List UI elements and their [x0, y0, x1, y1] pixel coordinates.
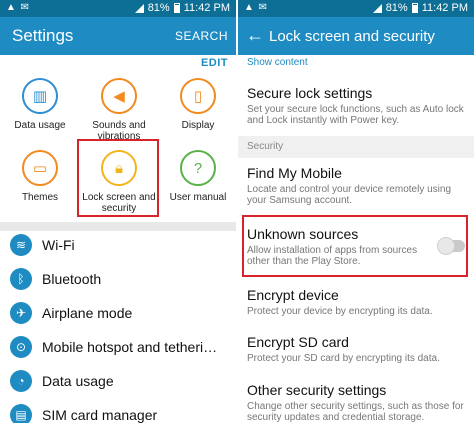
- notification-icons: ▲ ✉: [6, 2, 31, 13]
- back-arrow-icon[interactable]: ←: [246, 25, 264, 46]
- signal-icon: [372, 3, 382, 13]
- hotspot-icon: ⊙: [10, 336, 32, 358]
- grid-item-label: Display: [181, 120, 215, 131]
- option-description: Set your secure lock functions, such as …: [247, 104, 464, 126]
- sim-icon: ▤: [10, 404, 32, 423]
- clock: 11:42 PM: [421, 2, 468, 14]
- section-header-label: Security: [247, 141, 284, 152]
- grid-item-display[interactable]: ▯ Display: [161, 78, 235, 131]
- option-description: Protect your SD card by encrypting its d…: [247, 353, 440, 364]
- list-item-hotspot[interactable]: ⊙ Mobile hotspot and tetheri…: [0, 330, 236, 364]
- option-description: Protect your device by encrypting its da…: [247, 306, 433, 317]
- show-content-link[interactable]: Show content: [247, 57, 308, 68]
- status-bar: ▲ ✉ 81% 11:42 PM: [0, 0, 236, 17]
- option-description: Change other security settings, such as …: [247, 401, 464, 423]
- list-item-sim[interactable]: ▤ SIM card manager: [0, 398, 236, 423]
- data-usage-icon: ◔: [10, 370, 32, 392]
- page-title: Settings: [12, 26, 74, 45]
- option-title: Secure lock settings: [247, 85, 373, 101]
- battery-icon: [173, 3, 180, 13]
- battery-percent: 81%: [385, 2, 408, 14]
- grid-item-label: User manual: [169, 192, 227, 203]
- list-item-wifi[interactable]: ≋ Wi-Fi: [0, 228, 236, 262]
- search-button[interactable]: SEARCH: [175, 29, 228, 43]
- option-title: Encrypt SD card: [247, 334, 349, 350]
- grid-item-sounds[interactable]: ◀ Sounds and vibrations: [82, 78, 156, 142]
- notification-icons: ▲ ✉: [244, 2, 269, 13]
- option-title: Other security settings: [247, 382, 387, 398]
- option-description: Locate and control your device remotely …: [247, 184, 452, 206]
- list-item-airplane[interactable]: ✈ Airplane mode: [0, 296, 236, 330]
- highlight-box: [77, 139, 159, 217]
- help-icon: ?: [180, 150, 216, 186]
- battery-icon: [411, 3, 418, 13]
- option-title: Encrypt device: [247, 287, 339, 303]
- wifi-icon: ≋: [10, 234, 32, 256]
- grid-item-label: Themes: [21, 192, 59, 203]
- battery-percent: 81%: [147, 2, 170, 14]
- grid-item-themes[interactable]: ▭ Themes: [3, 150, 77, 203]
- app-bar: ← Lock screen and security: [238, 17, 474, 55]
- airplane-icon: ✈: [10, 302, 32, 324]
- brush-icon: ▭: [22, 150, 58, 186]
- option-encrypt-device[interactable]: Encrypt device Protect your device by en…: [247, 287, 469, 317]
- list-item-label: Mobile hotspot and tetheri…: [42, 339, 218, 355]
- status-bar: ▲ ✉ 81% 11:42 PM: [238, 0, 474, 17]
- highlight-box: [242, 215, 468, 277]
- option-secure-lock[interactable]: Secure lock settings Set your secure loc…: [247, 85, 469, 126]
- app-bar: Settings SEARCH: [0, 17, 236, 55]
- section-header: Security: [238, 136, 474, 158]
- option-other-security[interactable]: Other security settings Change other sec…: [247, 382, 469, 423]
- lock-screen-security-screen: ▲ ✉ 81% 11:42 PM ← Lock screen and secur…: [238, 0, 474, 423]
- option-find-my-mobile[interactable]: Find My Mobile Locate and control your d…: [247, 165, 469, 206]
- settings-screen: ▲ ✉ 81% 11:42 PM Settings SEARCH EDIT ▥ …: [0, 0, 236, 423]
- edit-button[interactable]: EDIT: [201, 57, 228, 69]
- speaker-icon: ◀: [101, 78, 137, 114]
- list-item-label: Bluetooth: [42, 271, 102, 287]
- option-encrypt-sd[interactable]: Encrypt SD card Protect your SD card by …: [247, 334, 469, 364]
- list-item-data-usage[interactable]: ◔ Data usage: [0, 364, 236, 398]
- bar-chart-icon: ▥: [22, 78, 58, 114]
- list-item-bluetooth[interactable]: ᛒ Bluetooth: [0, 262, 236, 296]
- phone-display-icon: ▯: [180, 78, 216, 114]
- bluetooth-icon: ᛒ: [10, 268, 32, 290]
- option-title: Find My Mobile: [247, 165, 342, 181]
- clock: 11:42 PM: [183, 2, 230, 14]
- list-item-label: Airplane mode: [42, 305, 133, 321]
- signal-icon: [134, 3, 144, 13]
- grid-item-user-manual[interactable]: ? User manual: [161, 150, 235, 203]
- grid-item-label: Data usage: [14, 120, 66, 131]
- list-item-label: SIM card manager: [42, 407, 158, 423]
- list-item-label: Data usage: [42, 373, 114, 389]
- list-item-label: Wi-Fi: [42, 237, 75, 253]
- grid-item-data-usage[interactable]: ▥ Data usage: [3, 78, 77, 131]
- page-title: Lock screen and security: [269, 28, 435, 45]
